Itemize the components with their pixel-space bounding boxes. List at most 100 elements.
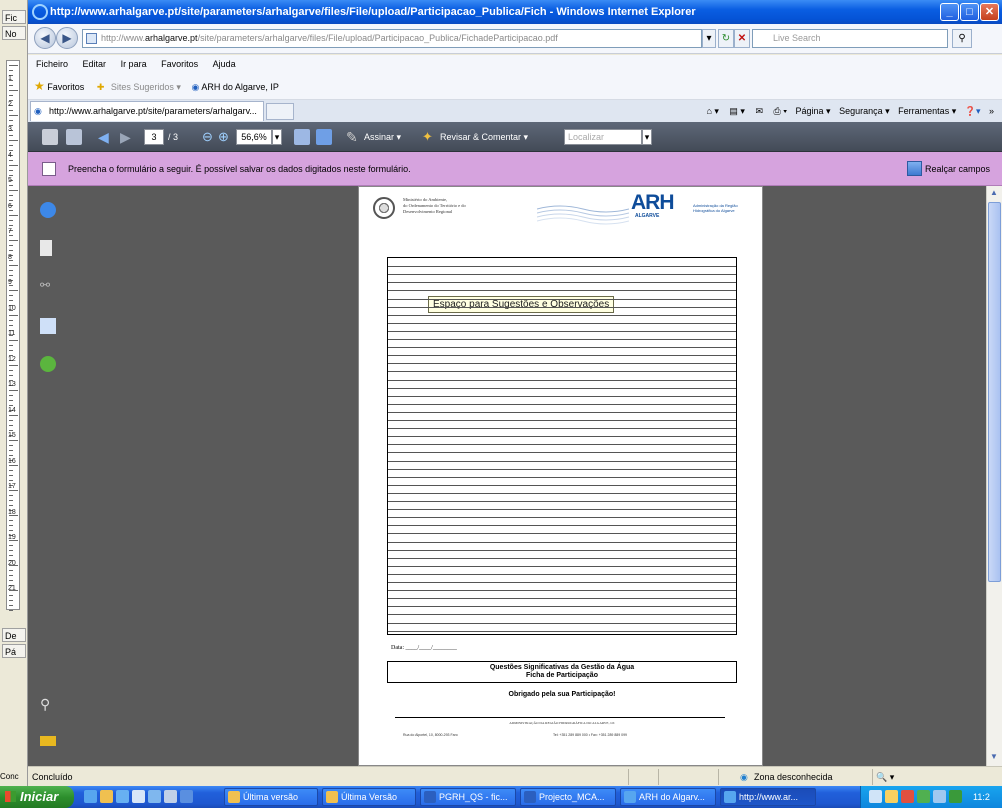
find-dropdown-icon[interactable]: ▾ (642, 129, 652, 145)
security-zone[interactable]: Zona desconhecida (754, 767, 833, 787)
taskbar-button-6[interactable]: http://www.ar... (720, 788, 816, 806)
menu-ajuda[interactable]: Ajuda (213, 59, 236, 69)
help-icon[interactable]: ❓▾ (965, 106, 981, 116)
feeds-icon[interactable]: ▤ ▾ (729, 106, 745, 116)
quicklaunch-desktop-icon[interactable] (116, 790, 129, 803)
sign-panel-icon[interactable] (40, 318, 56, 334)
fit-page-icon[interactable] (316, 129, 332, 145)
add-favorite-icon[interactable]: ✚ (97, 82, 105, 92)
next-page-icon[interactable]: ▶ (120, 122, 131, 152)
save-pdf-icon[interactable] (66, 129, 82, 145)
address-bar[interactable]: http://www.arhalgarve.pt/site/parameters… (82, 29, 702, 48)
left-app-button-1[interactable]: Fic (2, 10, 26, 24)
ruler-number: 16 (8, 457, 16, 465)
review-comment-button[interactable]: Revisar & Comentar ▾ (440, 122, 528, 152)
ruled-line (388, 525, 736, 527)
print-pdf-icon[interactable] (42, 129, 58, 145)
home-icon[interactable]: ⌂ ▾ (706, 106, 718, 116)
quicklaunch-media-icon[interactable] (164, 790, 177, 803)
quicklaunch-calculator-icon[interactable] (132, 790, 145, 803)
suggestions-text-field[interactable]: Espaço para Sugestões e Observações (387, 257, 737, 635)
menu-ferramentas[interactable]: Ferramentas ▾ (898, 106, 956, 116)
menu-ir-para[interactable]: Ir para (121, 59, 147, 69)
refresh-icon[interactable]: ↻ (718, 29, 734, 48)
left-app-button-2[interactable]: No (2, 26, 26, 40)
forward-icon[interactable]: ▶ (56, 27, 78, 49)
zoom-dropdown-icon[interactable]: ▾ (272, 129, 282, 145)
sign-button[interactable]: Assinar ▾ (364, 122, 401, 152)
vertical-scrollbar[interactable]: ▲ ▼ (986, 186, 1002, 766)
fit-width-icon[interactable] (294, 129, 310, 145)
ruled-line (388, 565, 736, 567)
tray-icon-2[interactable] (885, 790, 898, 803)
window-titlebar: http://www.arhalgarve.pt/site/parameters… (28, 0, 1002, 24)
arh-logo-text: ARH (631, 191, 674, 214)
ruled-line (388, 395, 736, 397)
ruled-line (388, 420, 736, 421)
tray-icon-6[interactable] (949, 790, 962, 803)
start-button[interactable]: Iniciar (0, 786, 74, 808)
new-tab-button[interactable] (266, 103, 294, 120)
scroll-down-icon[interactable]: ▼ (990, 752, 998, 761)
ruler-tick (9, 220, 13, 221)
search-input[interactable]: Live Search (752, 29, 948, 48)
find-input[interactable]: Localizar (564, 129, 642, 145)
left-app-button-3[interactable]: De (2, 628, 26, 642)
address-dropdown-icon[interactable]: ▾ (702, 29, 716, 48)
ruled-line (388, 363, 736, 365)
favorites-star-icon[interactable]: ★ (34, 79, 45, 93)
page-number-input[interactable]: 3 (144, 129, 164, 145)
taskbar-button-5[interactable]: ARH do Algarv... (620, 788, 716, 806)
tray-icon-4[interactable] (917, 790, 930, 803)
left-app-button-4[interactable]: Pá (2, 644, 26, 658)
ruler-number: 10 (8, 304, 16, 312)
taskbar-button-3[interactable]: PGRH_QS - fic... (420, 788, 516, 806)
attachment-icon[interactable]: ⚲ (40, 696, 56, 712)
search-icon[interactable]: ⚲ (952, 29, 972, 48)
menu-ficheiro[interactable]: Ficheiro (36, 59, 68, 69)
chevron-right-icon[interactable]: » (989, 106, 994, 116)
scroll-up-icon[interactable]: ▲ (990, 188, 998, 197)
back-icon[interactable]: ◀ (34, 27, 56, 49)
favorites-button[interactable]: Favoritos (47, 82, 84, 92)
binoculars-icon[interactable]: ⚯ (40, 278, 56, 294)
taskbar-button-2[interactable]: Última Versão (322, 788, 416, 806)
zoom-in-icon[interactable]: ⊕ (218, 122, 229, 152)
ruled-line (388, 282, 736, 284)
previous-page-icon[interactable]: ◀ (98, 122, 109, 152)
taskbar-button-4[interactable]: Projecto_MCA... (520, 788, 616, 806)
help-panel-icon[interactable] (40, 356, 56, 372)
menu-editar[interactable]: Editar (83, 59, 107, 69)
tray-icon-3[interactable] (901, 790, 914, 803)
comments-icon[interactable] (40, 736, 56, 746)
tray-icon-1[interactable] (869, 790, 882, 803)
quicklaunch-ie-icon[interactable] (84, 790, 97, 803)
ruler-tick (9, 480, 13, 481)
sites-sugeridos[interactable]: Sites Sugeridos ▾ (111, 82, 181, 92)
zoom-input[interactable]: 56,6% (236, 129, 272, 145)
quicklaunch-explorer-icon[interactable] (148, 790, 161, 803)
quicklaunch-folder-icon[interactable] (100, 790, 113, 803)
ruler-tick (9, 490, 18, 491)
scroll-thumb[interactable] (988, 202, 1001, 582)
minimize-button[interactable]: _ (940, 3, 959, 21)
status-zoom-icon[interactable]: 🔍 ▾ (876, 767, 894, 787)
maximize-button[interactable]: □ (960, 3, 979, 21)
mail-icon[interactable]: ✉ (755, 106, 763, 116)
menu-pagina[interactable]: Página ▾ (796, 106, 831, 116)
info-icon[interactable] (40, 202, 56, 218)
menu-seguranca[interactable]: Segurança ▾ (839, 106, 890, 116)
print-icon[interactable]: ⎙ ▾ (774, 106, 787, 116)
favorite-link-arh[interactable]: ARH do Algarve, IP (201, 82, 279, 92)
taskbar-button-1[interactable]: Última versão (224, 788, 318, 806)
zoom-out-icon[interactable]: ⊖ (202, 122, 213, 152)
tab-current[interactable]: ◉ http://www.arhalgarve.pt/site/paramete… (30, 101, 264, 121)
ruled-line (388, 557, 736, 559)
tray-icon-5[interactable] (933, 790, 946, 803)
highlight-fields-button[interactable]: Realçar campos (906, 159, 990, 179)
stop-icon[interactable]: ✕ (734, 29, 750, 48)
quicklaunch-network-icon[interactable] (180, 790, 193, 803)
close-button[interactable]: ✕ (980, 3, 999, 21)
pages-icon[interactable] (40, 240, 52, 256)
menu-favoritos[interactable]: Favoritos (161, 59, 198, 69)
